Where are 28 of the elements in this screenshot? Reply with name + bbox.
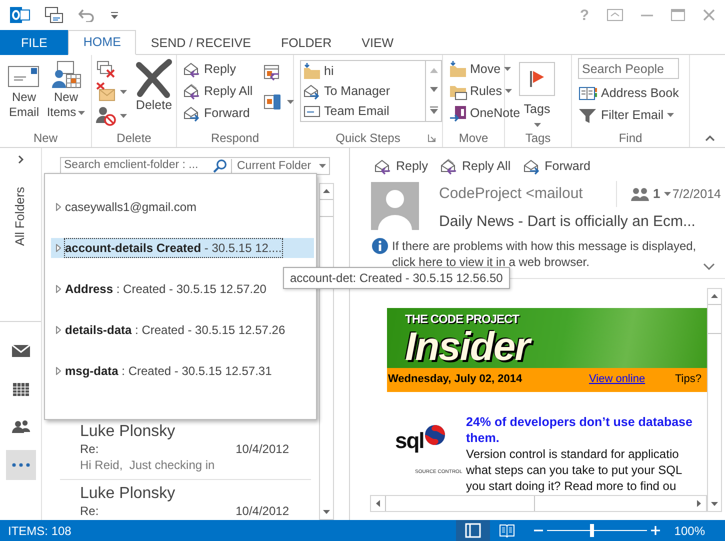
- banner-logo: Insider: [405, 328, 530, 366]
- sender-address: CodeProject <mailout: [439, 184, 584, 204]
- item-count: ITEMS: 108: [7, 522, 72, 540]
- logo-text: sql: [395, 430, 424, 452]
- message-date: 10/4/2012: [236, 504, 289, 519]
- group-label: Move: [458, 130, 488, 147]
- newsletter-date: Wednesday, July 02, 2014: [388, 372, 524, 388]
- message-preview: Hi Reid, Just checking in: [80, 457, 216, 473]
- body-text: what steps can you take to put your SQL: [466, 462, 684, 478]
- sender-name: Luke Plonsky: [80, 484, 176, 504]
- group-label: Respond: [210, 130, 260, 147]
- sender-name: Luke Plonsky: [80, 422, 176, 442]
- group-label: Quick Steps: [336, 130, 400, 147]
- message-subject: Daily News - Dart is officially an Ecm...: [439, 212, 696, 232]
- group-label: Tags: [525, 130, 551, 147]
- group-label: New: [33, 130, 58, 147]
- message-subject: Re:: [80, 504, 99, 519]
- tips-text: Tips?: [675, 372, 702, 388]
- tooltip: account-det: Created - 30.5.15 12.56.50: [283, 267, 510, 289]
- group-label: Delete: [116, 130, 152, 147]
- group-label: Find: [618, 130, 642, 147]
- message-subject: Re:: [80, 442, 99, 457]
- body-text: Version control is standard for applicatio: [466, 446, 680, 462]
- banner-title: THE CODE PROJECT: [405, 310, 520, 328]
- zoom-level: 100%: [673, 522, 706, 540]
- message-date: 10/4/2012: [236, 442, 289, 457]
- message-date: 7/2/2014: [672, 186, 722, 203]
- body-text: you start doing it?: [466, 478, 561, 492]
